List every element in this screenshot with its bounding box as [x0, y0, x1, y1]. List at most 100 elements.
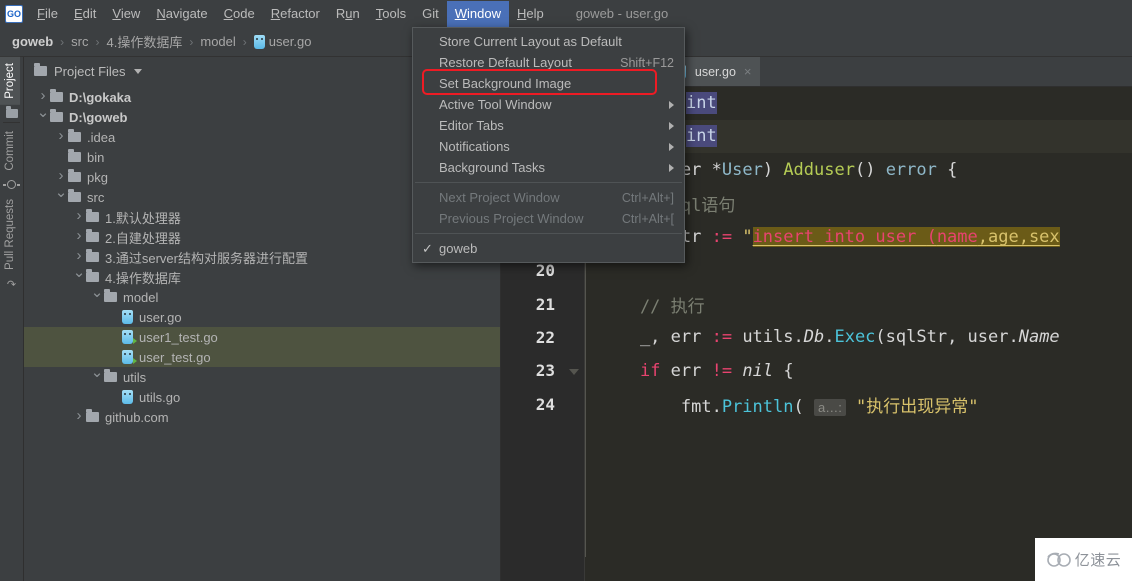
folder-icon	[5, 105, 18, 118]
chevron-down-icon[interactable]	[54, 186, 68, 208]
breadcrumb-item-model[interactable]: model	[200, 34, 235, 49]
tree-item-label: utils	[123, 369, 147, 385]
menu-run[interactable]: Run	[328, 1, 368, 27]
menu-item-background-tasks[interactable]: Background Tasks	[413, 157, 684, 178]
chevron-down-icon[interactable]	[72, 266, 86, 288]
tool-tab-label: Commit	[4, 130, 16, 171]
tree-item[interactable]: utils	[24, 367, 500, 387]
menu-view[interactable]: View	[104, 1, 148, 27]
menu-item-active-tool-window[interactable]: Active Tool Window	[413, 94, 684, 115]
breadcrumb-item-file[interactable]: user.go	[269, 34, 312, 49]
tree-item[interactable]: user1_test.go	[24, 327, 500, 347]
tree-item-label: user_test.go	[139, 349, 211, 365]
code-line[interactable]: 22 _, err := utils.Db.Exec(sqlStr, user.…	[501, 321, 1132, 354]
tree-item-label: D:\goweb	[69, 109, 128, 125]
code-line[interactable]: 21 // 执行	[501, 287, 1132, 320]
tree-item[interactable]: user.go	[24, 307, 500, 327]
tree-item-label: github.com	[105, 409, 169, 425]
folder-icon	[68, 169, 81, 182]
go-file-icon	[122, 390, 133, 404]
menu-item-goweb[interactable]: ✓ goweb	[413, 238, 684, 259]
menu-item-label: Previous Project Window	[439, 211, 584, 226]
watermark-text: 亿速云	[1074, 551, 1122, 569]
tree-item-label: .idea	[87, 129, 116, 145]
sidebar-item-commit[interactable]: Commit	[0, 125, 20, 177]
chevron-down-icon[interactable]	[133, 68, 142, 74]
sidebar-item-pull-requests[interactable]: Pull Requests	[0, 193, 20, 276]
menu-item-shortcut: Shift+F12	[620, 55, 674, 70]
tree-item-label: D:\gokaka	[69, 89, 132, 105]
selected-token: int	[686, 125, 717, 147]
tree-item[interactable]: model	[24, 287, 500, 307]
submenu-arrow-icon	[669, 100, 674, 109]
breadcrumb-separator-icon: ›	[95, 34, 100, 49]
chevron-right-icon[interactable]	[54, 126, 68, 148]
menu-item-label: Restore Default Layout	[439, 55, 572, 70]
folder-icon	[50, 109, 63, 122]
code-fold-marker[interactable]	[563, 364, 585, 378]
project-panel-title[interactable]: Project Files	[54, 64, 126, 79]
close-icon[interactable]: ×	[744, 64, 752, 79]
cloud-logo-icon	[1046, 552, 1071, 567]
breadcrumb-item-src[interactable]: src	[71, 34, 88, 49]
window-menu-dropdown[interactable]: Store Current Layout as Default Restore D…	[412, 27, 685, 263]
menu-code[interactable]: Code	[216, 1, 263, 27]
go-file-icon	[253, 34, 265, 49]
menu-git[interactable]: Git	[414, 1, 447, 27]
menu-item-label: Editor Tabs	[439, 118, 504, 133]
menu-edit[interactable]: Edit	[66, 1, 104, 27]
code-line[interactable]: 24 fmt.Println( a…: "执行出现异常"	[501, 388, 1132, 421]
tool-window-strip: Project Commit Pull Requests ↷	[0, 57, 24, 581]
folder-icon	[86, 209, 99, 222]
folder-icon	[50, 89, 63, 102]
menu-file[interactable]: File	[29, 1, 66, 27]
line-number: 21	[535, 294, 555, 314]
sidebar-item-project[interactable]: Project	[0, 57, 20, 105]
menu-item-editor-tabs[interactable]: Editor Tabs	[413, 115, 684, 136]
chevron-right-icon[interactable]	[72, 226, 86, 248]
menu-window[interactable]: Window	[446, 0, 509, 27]
chevron-right-icon[interactable]	[72, 406, 86, 428]
divider	[3, 121, 20, 123]
menu-refactor[interactable]: Refactor	[263, 1, 328, 27]
menu-item-restore-default-layout[interactable]: Restore Default Layout Shift+F12	[413, 52, 684, 73]
tree-item-label: utils.go	[139, 389, 181, 405]
breadcrumb-separator-icon: ›	[242, 34, 247, 49]
go-test-file-icon	[122, 330, 137, 344]
breadcrumb-item-folder[interactable]: 4.操作数据库	[107, 32, 183, 51]
tree-item[interactable]: utils.go	[24, 387, 500, 407]
selected-token: int	[686, 92, 717, 114]
folder-icon	[86, 249, 99, 262]
menu-separator	[415, 182, 682, 183]
menu-item-set-background-image[interactable]: Set Background Image	[413, 73, 684, 94]
code-line[interactable]: 23 if err != nil {	[501, 354, 1132, 387]
tree-item-label: 3.通过server结构对服务器进行配置	[105, 250, 308, 266]
folder-icon	[68, 189, 81, 202]
tool-tab-label: Project	[4, 63, 16, 99]
folder-icon	[68, 149, 81, 162]
editor-tab-label: user.go	[694, 64, 736, 79]
line-number: 22	[535, 327, 555, 347]
project-files-icon	[34, 63, 47, 76]
menu-help[interactable]: Help	[509, 1, 552, 27]
folder-icon	[86, 409, 99, 422]
chevron-down-icon[interactable]	[90, 366, 104, 388]
breadcrumb-item-project[interactable]: goweb	[12, 34, 53, 49]
menu-item-store-current-layout-as-default[interactable]: Store Current Layout as Default	[413, 31, 684, 52]
menu-bar: GO File Edit View Navigate Code Refactor…	[0, 0, 1132, 27]
chevron-right-icon[interactable]	[72, 206, 86, 228]
chevron-down-icon[interactable]	[36, 106, 50, 128]
folder-icon	[68, 129, 81, 142]
tree-item-label: 2.自建处理器	[105, 230, 181, 246]
tree-item-label: bin	[87, 149, 105, 165]
menu-item-notifications[interactable]: Notifications	[413, 136, 684, 157]
pull-request-icon: ↷	[6, 279, 17, 292]
tree-item[interactable]: github.com	[24, 407, 500, 427]
line-number: 24	[535, 394, 555, 414]
tree-item-label: model	[123, 289, 159, 305]
breadcrumb-separator-icon: ›	[60, 34, 65, 49]
menu-tools[interactable]: Tools	[368, 1, 414, 27]
menu-navigate[interactable]: Navigate	[148, 1, 215, 27]
tree-item-label: user1_test.go	[139, 329, 218, 345]
chevron-down-icon[interactable]	[90, 286, 104, 308]
